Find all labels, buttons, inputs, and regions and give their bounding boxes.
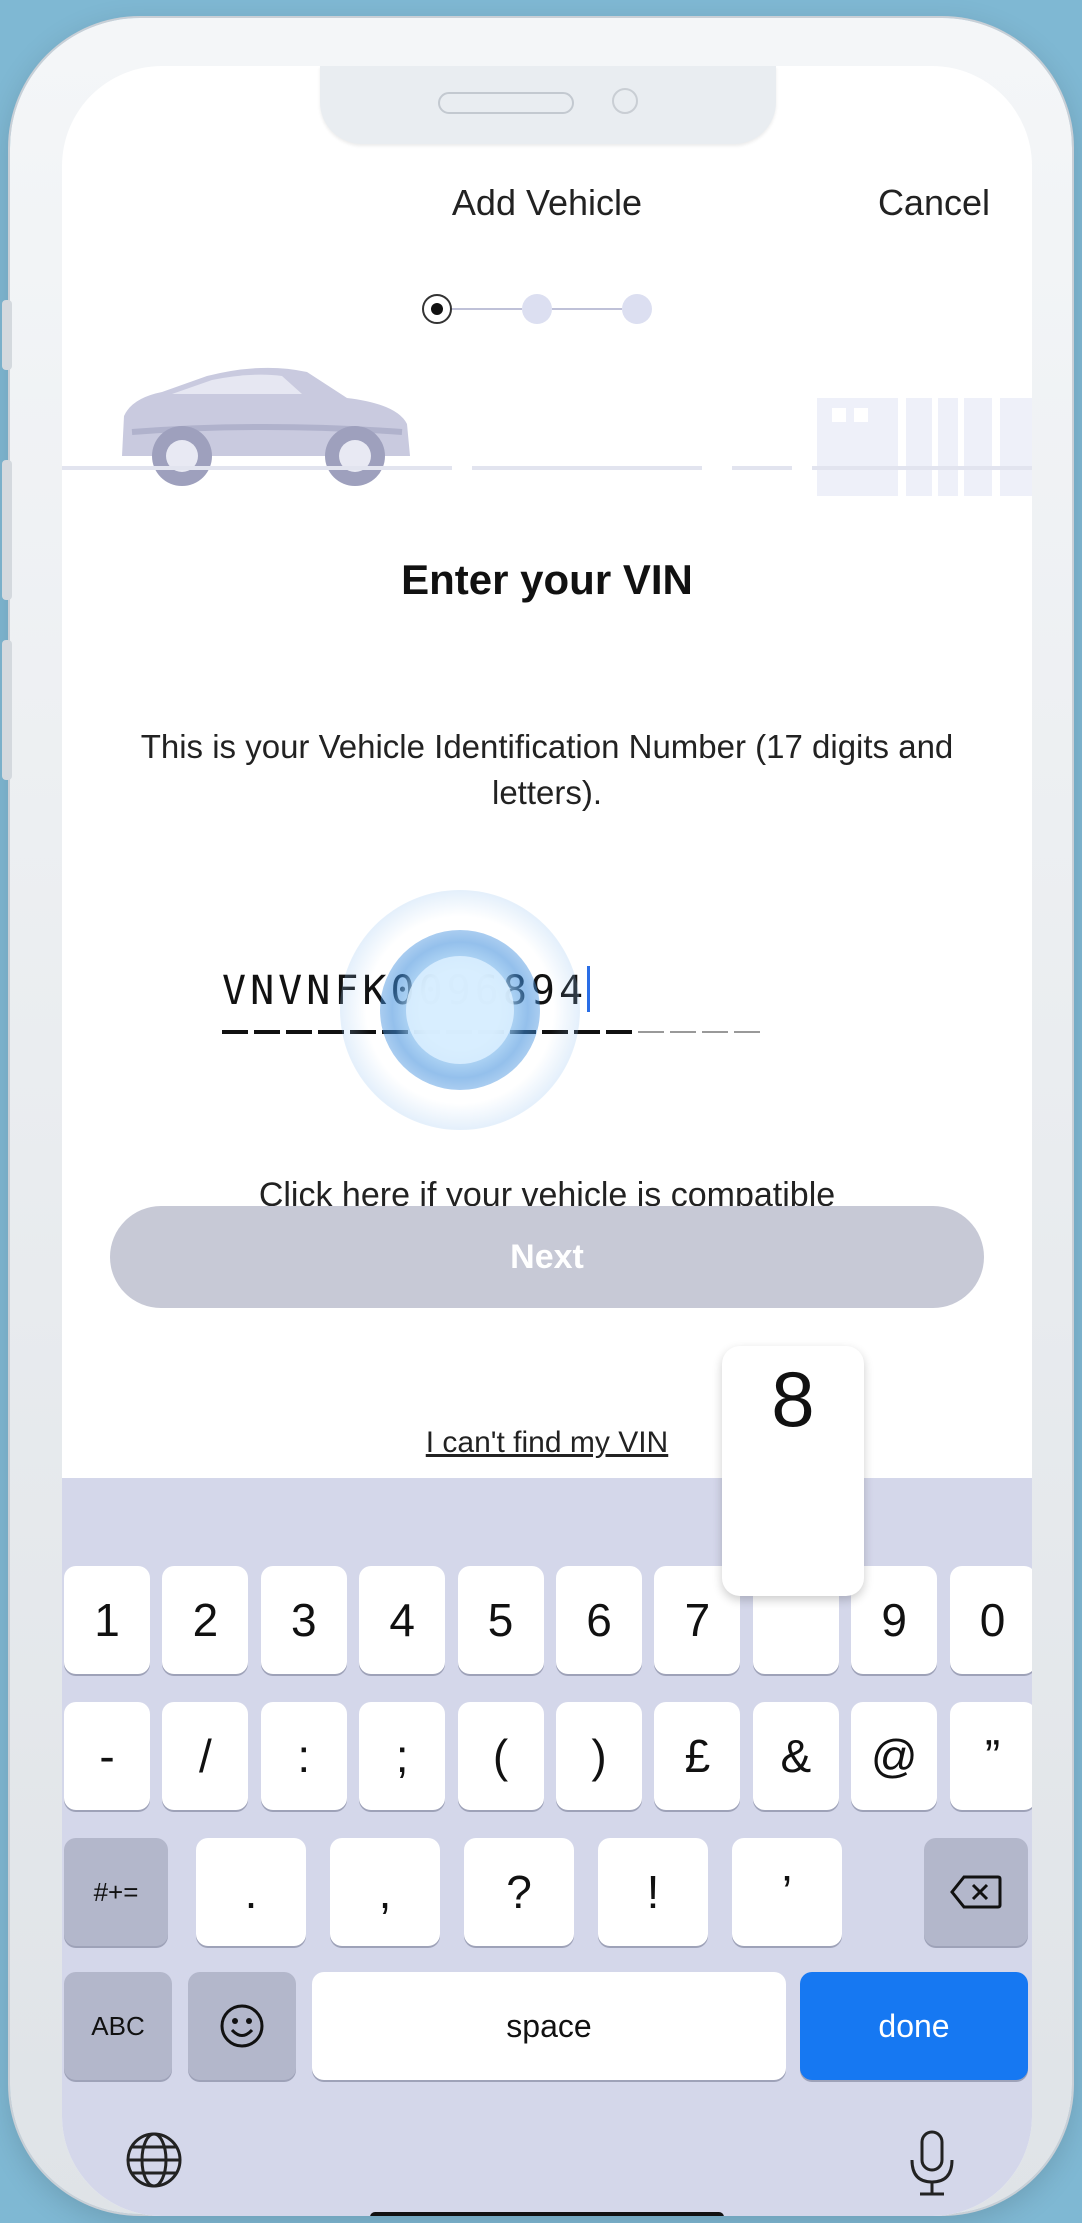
touch-indicator: [340, 890, 580, 1130]
vin-heading: Enter your VIN: [401, 556, 693, 603]
symbol-key[interactable]: (: [457, 1702, 544, 1810]
keyboard: 1234567890 -/:;()£&@” #+= .,?!’ ABC spac…: [62, 1478, 1032, 2216]
punctuation-key[interactable]: ?: [464, 1838, 574, 1946]
road-line: [812, 466, 1032, 470]
phone-notch: [320, 66, 776, 144]
vin-slot: [222, 1030, 248, 1034]
step-1-dot: [422, 294, 452, 324]
number-key[interactable]: 3: [260, 1566, 347, 1674]
road-line: [62, 466, 452, 470]
vin-slot: [638, 1031, 664, 1033]
symbol-key[interactable]: £: [654, 1702, 741, 1810]
step-3-dot: [622, 294, 652, 324]
next-button[interactable]: Next: [110, 1206, 984, 1308]
cancel-button[interactable]: Cancel: [878, 182, 990, 224]
done-key[interactable]: done: [800, 1972, 1028, 2080]
vin-description: This is your Vehicle Identification Numb…: [140, 728, 954, 811]
delete-key[interactable]: [924, 1838, 1028, 1946]
phone-screen: Add Vehicle Cancel Enter your VIN This i…: [62, 66, 1032, 2216]
number-key[interactable]: 2: [162, 1566, 249, 1674]
more-symbols-key[interactable]: #+=: [64, 1838, 168, 1946]
road-line: [732, 466, 792, 470]
number-key[interactable]: 1: [64, 1566, 150, 1674]
vin-slot: [318, 1030, 344, 1034]
space-key[interactable]: space: [312, 1972, 786, 2080]
phone-side-button: [2, 460, 12, 600]
microphone-icon: [910, 2130, 954, 2196]
step-2-dot: [522, 294, 552, 324]
number-key[interactable]: 4: [359, 1566, 446, 1674]
vin-slot: [254, 1030, 280, 1034]
symbol-key[interactable]: -: [64, 1702, 150, 1810]
progress-stepper: [422, 294, 662, 324]
globe-key[interactable]: [124, 2130, 184, 2190]
car-illustration: [122, 367, 1032, 496]
number-key[interactable]: 6: [556, 1566, 642, 1674]
cant-find-vin-link[interactable]: I can't find my VIN: [62, 1426, 1032, 1460]
emoji-icon: [220, 2004, 264, 2048]
stepper-line: [552, 308, 622, 310]
dictation-key[interactable]: [904, 2128, 960, 2198]
punctuation-key[interactable]: .: [196, 1838, 306, 1946]
globe-icon: [126, 2132, 182, 2188]
phone-side-button: [2, 640, 12, 780]
symbol-key[interactable]: :: [260, 1702, 347, 1810]
abc-key[interactable]: ABC: [64, 1972, 172, 2080]
vin-slot: [286, 1030, 312, 1034]
text-cursor: [587, 966, 591, 1012]
punctuation-key[interactable]: ’: [732, 1838, 842, 1946]
number-key[interactable]: 0: [949, 1566, 1032, 1674]
punctuation-key[interactable]: !: [598, 1838, 708, 1946]
symbol-key[interactable]: ”: [949, 1702, 1032, 1810]
home-indicator: [370, 2212, 724, 2216]
symbol-key[interactable]: &: [752, 1702, 839, 1810]
stepper-line: [452, 308, 522, 310]
punctuation-key[interactable]: ,: [330, 1838, 440, 1946]
vin-slot: [606, 1030, 632, 1034]
vin-slot: [702, 1031, 728, 1033]
number-key[interactable]: 5: [457, 1566, 544, 1674]
camera-icon: [612, 88, 638, 114]
phone-side-button: [2, 300, 12, 370]
emoji-key[interactable]: [188, 1972, 296, 2080]
symbol-key[interactable]: @: [851, 1702, 938, 1810]
road-line: [472, 466, 702, 470]
key-preview-popup: 8: [722, 1346, 864, 1596]
symbol-key[interactable]: /: [162, 1702, 249, 1810]
backspace-icon: [950, 1875, 1002, 1909]
vin-slot: [734, 1031, 760, 1033]
vin-slot: [670, 1031, 696, 1033]
number-key[interactable]: 9: [851, 1566, 938, 1674]
symbol-key[interactable]: ): [556, 1702, 642, 1810]
symbol-key[interactable]: ;: [359, 1702, 446, 1810]
speaker-icon: [438, 92, 574, 114]
